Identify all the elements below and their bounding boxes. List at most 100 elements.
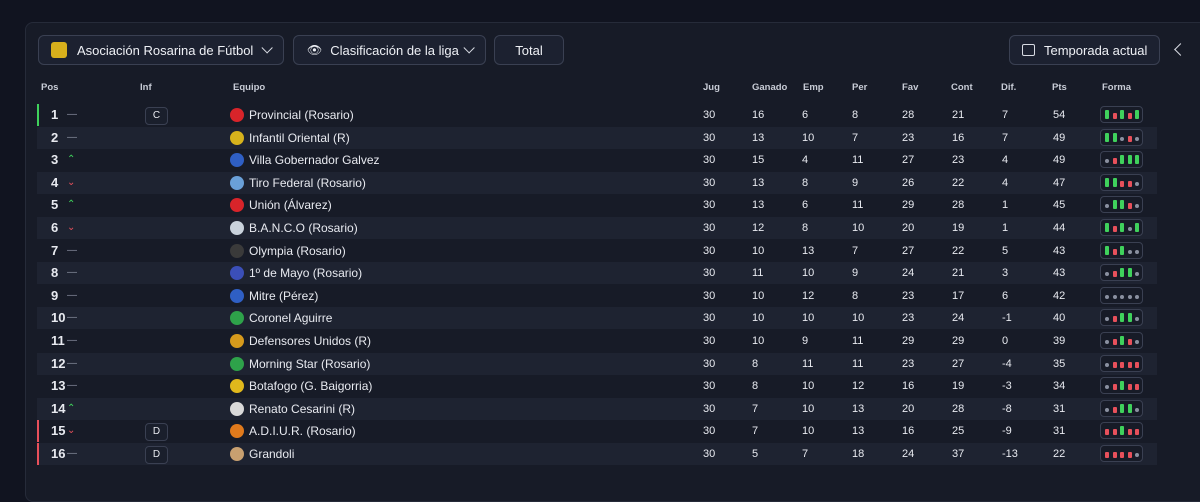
header-emp[interactable]: Emp [803, 82, 824, 93]
stat-pts: 49 [1053, 154, 1066, 167]
team-name[interactable]: Unión (Álvarez) [249, 194, 449, 216]
header-dif[interactable]: Dif. [1001, 82, 1016, 93]
header-ganado[interactable]: Ganado [752, 82, 787, 93]
position-change-icon: — [67, 267, 77, 279]
info-badge: D [145, 423, 168, 442]
team-name[interactable]: Renato Cesarini (R) [249, 398, 449, 420]
position-change-icon: ⌃ [67, 154, 76, 166]
form-loss-mark [1120, 452, 1124, 458]
form-win-mark [1112, 177, 1117, 187]
form-win-mark [1127, 403, 1132, 413]
view-selector[interactable]: 👁 Clasificación de la liga [293, 35, 486, 65]
team-name[interactable]: A.D.I.U.R. (Rosario) [249, 420, 449, 442]
team-name[interactable]: 1º de Mayo (Rosario) [249, 262, 449, 284]
team-name[interactable]: Grandoli [249, 443, 449, 465]
team-name[interactable]: Mitre (Pérez) [249, 285, 449, 307]
table-row[interactable]: 14 ⌃ Renato Cesarini (R) 30 7 10 13 20 28 -8 31 [37, 397, 1157, 420]
table-row[interactable]: 13— Botafogo (G. Baigorria) 30 8 10 12 16 19 -3 3… [37, 375, 1157, 397]
stat-pts: 42 [1053, 289, 1066, 302]
form-win-mark [1105, 245, 1109, 255]
team-name[interactable]: Olympia (Rosario) [249, 240, 449, 262]
header-fav[interactable]: Fav [902, 82, 918, 93]
position-change-icon: — [67, 357, 77, 369]
header-per[interactable]: Per [852, 82, 867, 93]
team-name[interactable]: Infantil Oriental (R) [249, 127, 449, 149]
table-row[interactable]: 12— Morning Star (Rosario) 30 8 11 11 23 27 -4 35 [37, 352, 1157, 375]
stat-cont: 16 [952, 131, 965, 144]
stat-cont: 23 [952, 154, 965, 167]
table-row[interactable]: 8—1º de Mayo (Rosario) 30 11 10 9 24 21 3 43 [37, 262, 1157, 285]
team-crest-icon [230, 108, 244, 122]
stat-pts: 44 [1053, 222, 1066, 234]
form-indicator [1100, 332, 1143, 349]
header-pts[interactable]: Pts [1052, 82, 1067, 93]
season-selector[interactable]: Temporada actual [1009, 35, 1160, 65]
stat-p: 9 [852, 176, 859, 189]
stat-jug: 30 [703, 176, 716, 189]
table-row[interactable]: 5 ⌃ Unión (Álvarez) 30 13 6 11 29 28 1 45 [37, 194, 1157, 216]
table-row[interactable]: 6 ⌄ B.A.N.C.O (Rosario) 30 12 8 10 20 19 1 44 [37, 217, 1157, 239]
header-cont[interactable]: Cont [951, 82, 973, 93]
team-name[interactable]: Villa Gobernador Galvez [249, 149, 449, 171]
team-name[interactable]: Provincial (Rosario) [249, 104, 449, 126]
table-row[interactable]: 3 ⌃ Villa Gobernador Galvez 30 15 4 11 27 23 4 49 [37, 149, 1157, 171]
form-loss-mark [1127, 452, 1132, 458]
stat-dif: -8 [1002, 402, 1012, 415]
stat-fav: 23 [902, 312, 915, 325]
team-name[interactable]: B.A.N.C.O (Rosario) [249, 217, 449, 239]
stat-cont: 25 [952, 425, 965, 438]
stat-dif: -13 [1002, 448, 1018, 460]
table-row[interactable]: 11— Defensores Unidos (R) 30 10 9 11 29 29 0 39 [37, 330, 1157, 352]
form-loss-mark [1112, 158, 1117, 165]
form-loss-mark [1127, 429, 1132, 436]
form-win-mark [1120, 381, 1124, 391]
form-loss-mark [1105, 452, 1109, 458]
form-draw-mark [1135, 407, 1139, 412]
stat-jug: 30 [703, 154, 716, 167]
stat-e: 4 [802, 154, 809, 167]
scope-button[interactable]: Total [494, 35, 564, 65]
stat-fav: 23 [902, 289, 915, 302]
table-row[interactable]: 7— Olympia (Rosario) 30 10 13 7 27 22 5 43 [37, 240, 1157, 262]
table-row[interactable]: 4 ⌄ Tiro Federal (Rosario) 30 13 8 9 26 22 4 47 [37, 171, 1157, 194]
stat-e: 6 [802, 199, 809, 212]
header-inf[interactable]: Inf [140, 82, 152, 93]
team-name[interactable]: Defensores Unidos (R) [249, 330, 449, 352]
table-row[interactable]: 9— Mitre (Pérez) 30 10 12 8 23 17 6 42 [37, 285, 1157, 307]
form-loss-mark [1112, 113, 1117, 119]
form-win-mark [1120, 336, 1124, 345]
team-name[interactable]: Tiro Federal (Rosario) [249, 172, 449, 194]
stat-g: 12 [752, 222, 765, 234]
table-row[interactable]: 10— Coronel Aguirre 30 10 10 10 23 24 -1 40 [37, 307, 1157, 330]
header-pos[interactable]: Pos [41, 82, 58, 93]
calendar-icon [1022, 44, 1035, 56]
header-team[interactable]: Equipo [233, 82, 265, 93]
team-name[interactable]: Botafogo (G. Baigorria) [249, 375, 449, 397]
stat-cont: 28 [952, 199, 965, 212]
table-row[interactable]: 16— D Grandoli 30 5 7 18 24 37 -13 22 [37, 443, 1157, 465]
form-indicator [1100, 286, 1143, 304]
form-draw-mark [1127, 249, 1132, 254]
form-win-mark [1120, 426, 1124, 436]
form-draw-mark [1135, 294, 1139, 299]
league-selector[interactable]: Asociación Rosarina de Fútbol [38, 35, 284, 65]
table-row[interactable]: 1— C Provincial (Rosario) 30 16 6 8 28 21 7 54 [37, 104, 1157, 126]
team-crest-icon [230, 130, 244, 145]
table-row[interactable]: 15 ⌄ D A.D.I.U.R. (Rosario) 30 7 10 13 16 25 -9 31 [37, 420, 1157, 443]
stat-cont: 19 [952, 380, 965, 393]
position-change-icon: ⌃ [67, 199, 76, 211]
header-forma[interactable]: Forma [1102, 82, 1131, 93]
table-row[interactable]: 2— Infantil Oriental (R) 30 13 10 7 23 16 7 49 [37, 126, 1157, 149]
stat-e: 13 [802, 244, 815, 257]
form-loss-mark [1120, 361, 1124, 368]
stat-e: 10 [802, 267, 815, 280]
form-loss-mark [1127, 135, 1132, 142]
form-draw-mark [1127, 294, 1132, 299]
header-jug[interactable]: Jug [703, 82, 720, 93]
stat-pts: 34 [1053, 380, 1066, 393]
form-loss-mark [1135, 429, 1139, 436]
stat-g: 7 [752, 402, 759, 415]
stat-pts: 35 [1053, 357, 1066, 370]
team-name[interactable]: Coronel Aguirre [249, 307, 449, 329]
team-name[interactable]: Morning Star (Rosario) [249, 353, 449, 375]
